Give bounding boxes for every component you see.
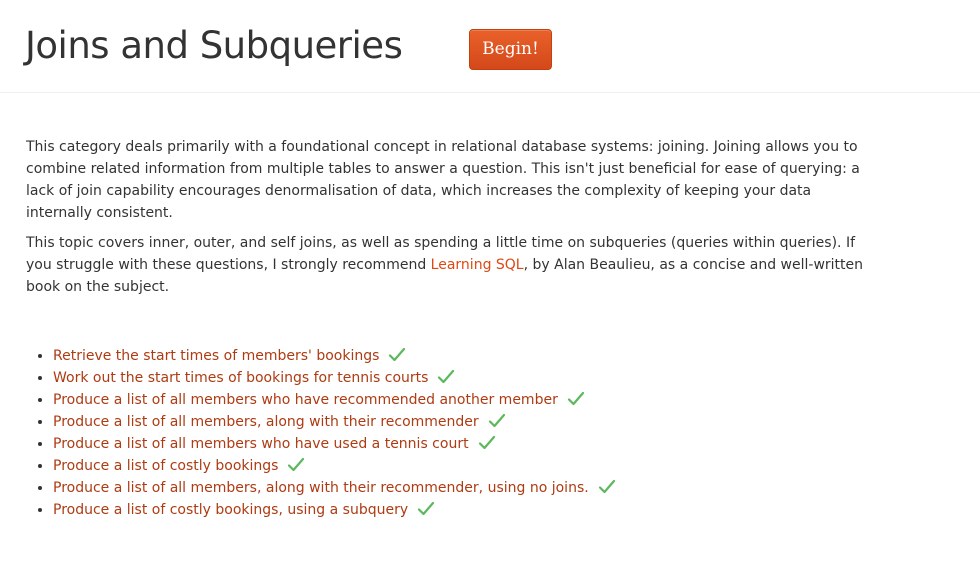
page-header: Joins and Subqueries Begin!	[0, 0, 980, 93]
exercise-link[interactable]: Produce a list of all members who have u…	[53, 436, 469, 452]
list-item: Produce a list of costly bookings	[53, 455, 616, 477]
list-item: Produce a list of all members who have u…	[53, 433, 616, 455]
check-icon	[598, 479, 615, 494]
exercise-link[interactable]: Produce a list of all members, along wit…	[53, 414, 479, 430]
exercise-link[interactable]: Produce a list of costly bookings	[53, 458, 278, 474]
check-icon	[288, 457, 305, 472]
check-icon	[418, 501, 435, 516]
list-item: Produce a list of all members, along wit…	[53, 477, 616, 499]
exercise-link[interactable]: Produce a list of all members who have r…	[53, 392, 558, 408]
exercise-link[interactable]: Work out the start times of bookings for…	[53, 370, 428, 386]
exercise-link[interactable]: Retrieve the start times of members' boo…	[53, 348, 379, 364]
list-item: Work out the start times of bookings for…	[53, 367, 616, 389]
exercise-list: Retrieve the start times of members' boo…	[33, 345, 616, 521]
begin-button[interactable]: Begin!	[469, 29, 552, 70]
check-icon	[438, 369, 455, 384]
list-item: Retrieve the start times of members' boo…	[53, 345, 616, 367]
check-icon	[478, 435, 495, 450]
exercise-link[interactable]: Produce a list of costly bookings, using…	[53, 502, 408, 518]
check-icon	[488, 413, 505, 428]
intro-paragraph: This category deals primarily with a fou…	[26, 139, 860, 221]
check-icon	[567, 391, 584, 406]
list-item: Produce a list of all members who have r…	[53, 389, 616, 411]
category-description: This category deals primarily with a fou…	[26, 136, 876, 306]
page-title: Joins and Subqueries	[25, 24, 403, 67]
learning-sql-link[interactable]: Learning SQL	[431, 257, 524, 273]
list-item: Produce a list of all members, along wit…	[53, 411, 616, 433]
list-item: Produce a list of costly bookings, using…	[53, 499, 616, 521]
exercise-link[interactable]: Produce a list of all members, along wit…	[53, 480, 589, 496]
recommendation-paragraph: This topic covers inner, outer, and self…	[26, 232, 876, 298]
check-icon	[389, 347, 406, 362]
